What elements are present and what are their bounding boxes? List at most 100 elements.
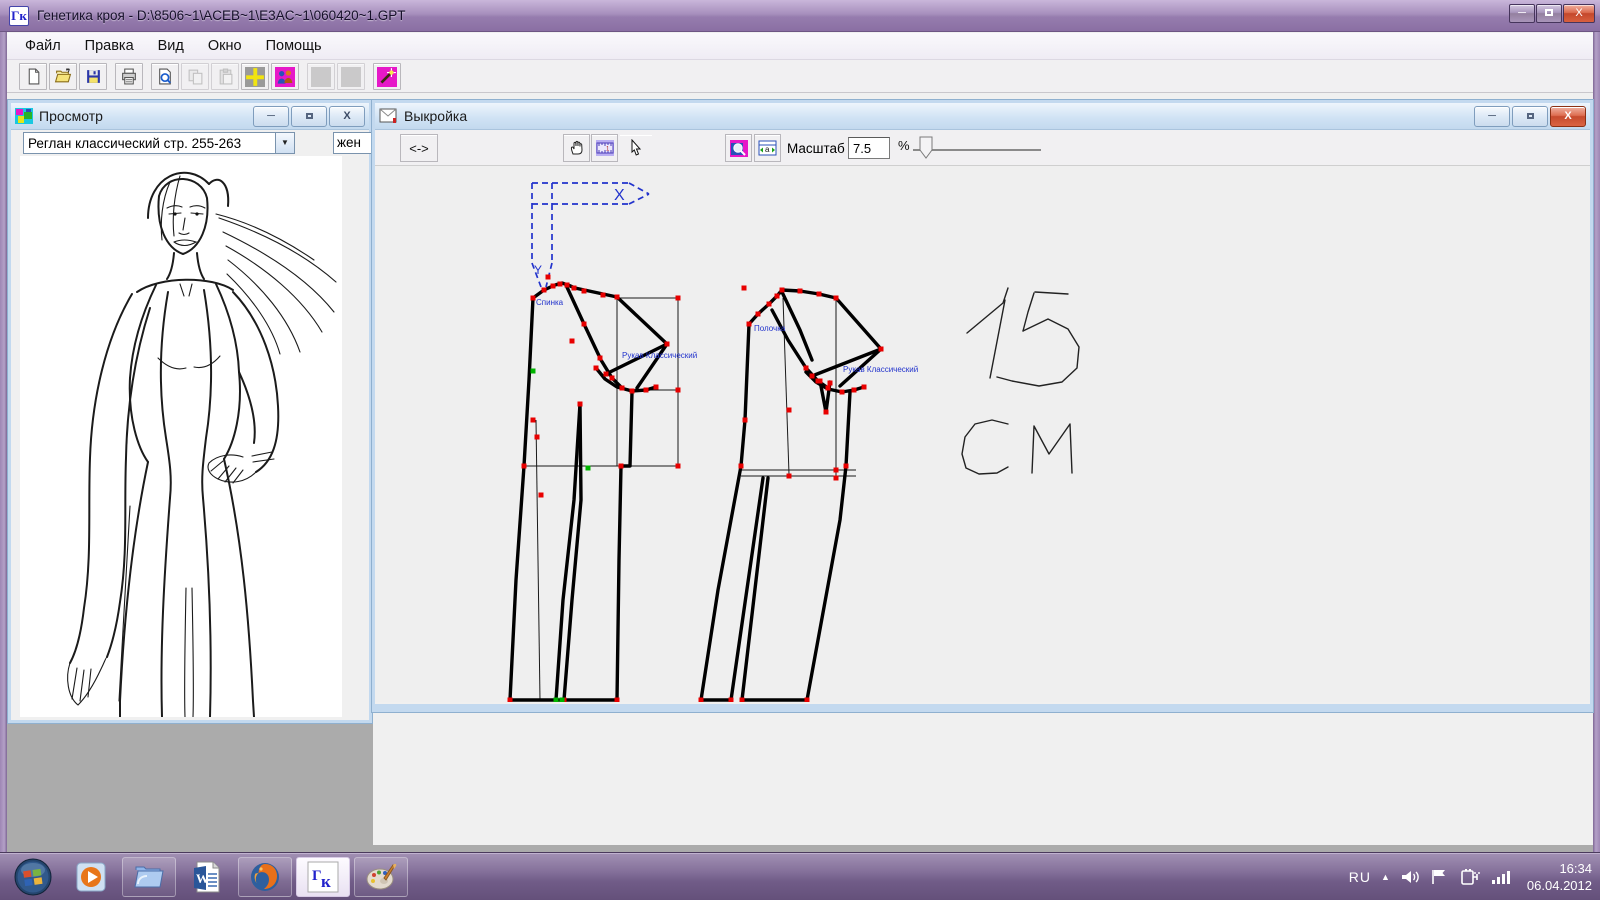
- power-plug-icon[interactable]: [1459, 868, 1481, 886]
- pattern-point[interactable]: [862, 385, 867, 390]
- pattern-point-selected[interactable]: [586, 466, 591, 471]
- main-titlebar[interactable]: Гк Генетика кроя - D:\8506~1\ACEB~1\E3AC…: [0, 0, 1600, 32]
- start-button[interactable]: [6, 857, 60, 897]
- taskbar-firefox-button[interactable]: [238, 857, 292, 897]
- pattern-point[interactable]: [531, 418, 536, 423]
- pattern-point[interactable]: [879, 347, 884, 352]
- maximize-button[interactable]: [1536, 4, 1562, 23]
- close-button[interactable]: X: [1563, 4, 1595, 23]
- action-center-flag-icon[interactable]: [1430, 868, 1449, 886]
- pattern-minimize-button[interactable]: ─: [1474, 106, 1510, 127]
- pattern-canvas[interactable]: СпинкаРукав КлассическийПолочкаРукав Кла…: [375, 166, 1590, 702]
- pattern-point[interactable]: [767, 302, 772, 307]
- pattern-point[interactable]: [676, 464, 681, 469]
- fit-view-button[interactable]: <->: [400, 134, 438, 162]
- scale-input[interactable]: [848, 137, 890, 159]
- pattern-point[interactable]: [620, 386, 625, 391]
- pattern-point[interactable]: [531, 296, 536, 301]
- pattern-point[interactable]: [804, 366, 809, 371]
- pattern-point[interactable]: [522, 464, 527, 469]
- pattern-point[interactable]: [578, 402, 583, 407]
- pattern-point[interactable]: [665, 342, 670, 347]
- pattern-point[interactable]: [604, 372, 609, 377]
- taskbar-explorer-button[interactable]: [122, 857, 176, 897]
- pattern-point[interactable]: [852, 388, 857, 393]
- pattern-point[interactable]: [565, 283, 570, 288]
- pattern-point[interactable]: [740, 698, 745, 703]
- taskbar-genetika-kroya-button[interactable]: Г к: [296, 857, 350, 897]
- paste-button[interactable]: [211, 63, 239, 90]
- gender-field[interactable]: жен: [333, 132, 373, 154]
- model-select[interactable]: Реглан классический стр. 255-263 ▼: [23, 132, 295, 154]
- clock[interactable]: 16:34 06.04.2012: [1527, 860, 1592, 894]
- pattern-point[interactable]: [742, 286, 747, 291]
- menu-item-4[interactable]: Помощь: [254, 34, 334, 58]
- pattern-point[interactable]: [824, 410, 829, 415]
- pattern-point[interactable]: [699, 698, 704, 703]
- print-preview-button[interactable]: [151, 63, 179, 90]
- chevron-down-icon[interactable]: ▼: [275, 133, 294, 153]
- measure-tool-button[interactable]: 1: [591, 134, 618, 162]
- pattern-point[interactable]: [582, 289, 587, 294]
- pattern-point[interactable]: [747, 322, 752, 327]
- pattern-point[interactable]: [743, 418, 748, 423]
- taskbar-media-player-button[interactable]: [64, 857, 118, 897]
- cross-tool-button[interactable]: [241, 63, 269, 90]
- zoom-slider[interactable]: [913, 130, 1048, 166]
- new-document-button[interactable]: [19, 63, 47, 90]
- taskbar-word-button[interactable]: W: [180, 857, 234, 897]
- pattern-point[interactable]: [572, 286, 577, 291]
- pattern-point[interactable]: [615, 295, 620, 300]
- tray-chevron-icon[interactable]: ▲: [1381, 872, 1390, 882]
- pattern-point[interactable]: [834, 468, 839, 473]
- pattern-point[interactable]: [570, 339, 575, 344]
- table-width-button[interactable]: a: [754, 134, 781, 162]
- pattern-point[interactable]: [558, 282, 563, 287]
- pattern-point[interactable]: [840, 390, 845, 395]
- pattern-point[interactable]: [834, 296, 839, 301]
- pattern-point[interactable]: [775, 294, 780, 299]
- magic-wand-button[interactable]: [373, 63, 401, 90]
- clients-button[interactable]: [271, 63, 299, 90]
- menu-item-2[interactable]: Вид: [146, 34, 196, 58]
- pattern-point[interactable]: [739, 464, 744, 469]
- pattern-point[interactable]: [594, 366, 599, 371]
- pattern-point[interactable]: [805, 698, 810, 703]
- pan-tool-button[interactable]: [563, 134, 590, 162]
- pattern-point[interactable]: [539, 493, 544, 498]
- pattern-point[interactable]: [798, 289, 803, 294]
- tool-blank-1-button[interactable]: [307, 63, 335, 90]
- tool-blank-2-button[interactable]: [337, 63, 365, 90]
- zoom-preview-button[interactable]: [725, 134, 752, 162]
- pattern-point[interactable]: [619, 464, 624, 469]
- pattern-point[interactable]: [601, 293, 606, 298]
- pattern-point[interactable]: [508, 698, 513, 703]
- copy-button[interactable]: [181, 63, 209, 90]
- pattern-point[interactable]: [610, 376, 615, 381]
- pattern-point[interactable]: [546, 275, 551, 280]
- pattern-point[interactable]: [828, 381, 833, 386]
- pattern-point[interactable]: [780, 288, 785, 293]
- preview-minimize-button[interactable]: ─: [253, 106, 289, 127]
- pattern-point[interactable]: [542, 288, 547, 293]
- pattern-point[interactable]: [644, 388, 649, 393]
- pattern-point[interactable]: [729, 698, 734, 703]
- pattern-point[interactable]: [551, 284, 556, 289]
- pattern-point[interactable]: [615, 698, 620, 703]
- pattern-point[interactable]: [826, 386, 831, 391]
- pattern-point[interactable]: [787, 408, 792, 413]
- pattern-point-selected[interactable]: [531, 369, 536, 374]
- minimize-button[interactable]: ─: [1509, 4, 1535, 23]
- pattern-point[interactable]: [818, 379, 823, 384]
- preview-restore-button[interactable]: [291, 106, 327, 127]
- language-indicator[interactable]: RU: [1349, 869, 1371, 885]
- taskbar-paint-button[interactable]: [354, 857, 408, 897]
- pattern-point[interactable]: [787, 474, 792, 479]
- preview-close-button[interactable]: X: [329, 106, 365, 127]
- pattern-point[interactable]: [676, 388, 681, 393]
- pattern-point[interactable]: [654, 385, 659, 390]
- pattern-point[interactable]: [810, 374, 815, 379]
- menu-item-0[interactable]: Файл: [13, 34, 73, 58]
- pattern-point[interactable]: [844, 464, 849, 469]
- pattern-restore-button[interactable]: [1512, 106, 1548, 127]
